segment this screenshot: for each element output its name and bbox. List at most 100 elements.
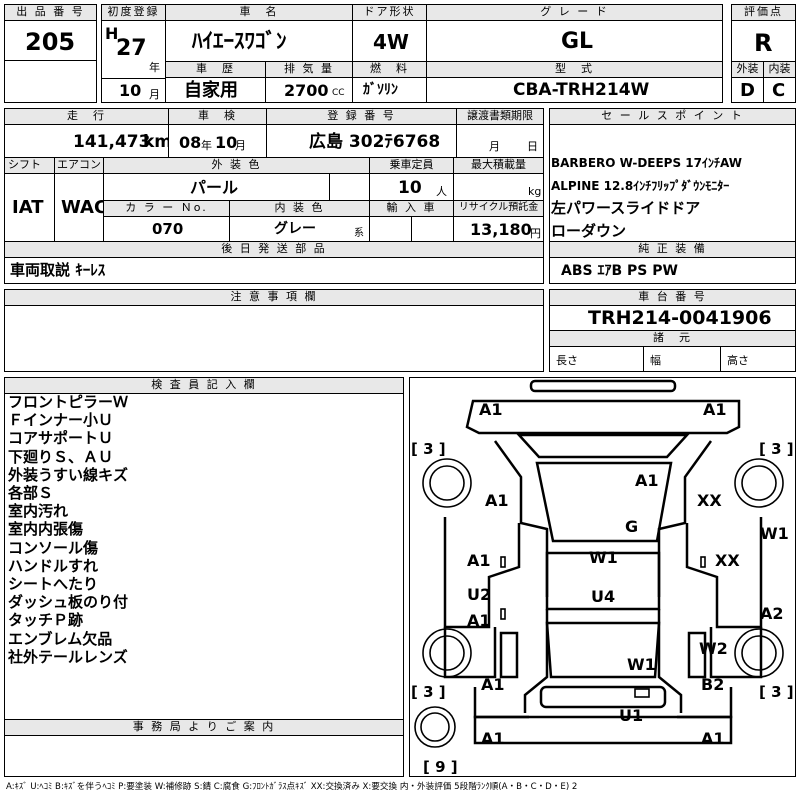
interior-header: 内装	[763, 61, 796, 78]
inspector-note: タッチＰ跡	[8, 611, 84, 630]
transfer-cell: 月 日	[456, 124, 544, 158]
capacity-header: 乗車定員	[369, 157, 454, 174]
exterior-header: 外装	[731, 61, 764, 78]
damage-mark: A1	[485, 491, 509, 510]
damage-mark: A1	[481, 729, 505, 748]
car-diagram: [ 3 ] [ 3 ] [ 3 ] [ 3 ] [ 9 ] A1 A1 A1 A…	[411, 379, 794, 776]
damage-mark: A1	[703, 400, 727, 419]
inspector-note: 室内内張傷	[8, 520, 84, 539]
max-load-header: 最大積載量	[453, 157, 544, 174]
int-color-header: 内 装 色	[229, 200, 370, 217]
transfer-day-unit: 日	[527, 140, 538, 153]
ext-color: パール	[190, 178, 239, 197]
transfer-month-unit: 月	[489, 140, 500, 153]
inspector-note: コンソール傷	[8, 538, 99, 557]
displacement: 2700	[284, 81, 329, 100]
inspector-notes: フロントピラーＷ Ｆインナー小Ｕ コアサポートＵ 下廻りＳ、ＡＵ 外装うすい線キ…	[8, 393, 128, 666]
displacement-header: 排 気 量	[265, 61, 353, 78]
legend: A:ｷｽﾞ U:ﾍｺﾐ B:ｷｽﾞを伴うﾍｺﾐ P:要塗装 W:補修跡 S:錆 …	[6, 782, 578, 792]
transfer-header: 譲渡書類期限	[456, 108, 544, 125]
later-parts-header: 後 日 発 送 部 品	[4, 241, 544, 258]
damage-mark: A1	[479, 400, 503, 419]
score-header: 評価点	[731, 4, 796, 21]
model-header: 型 式	[426, 61, 723, 78]
history-header: 車 歴	[165, 61, 266, 78]
mileage-cell: 141,473 km	[4, 124, 172, 158]
genuine: ABS ｴｱB PS PW	[561, 263, 678, 279]
capacity: 10	[398, 178, 422, 198]
damage-mark: A2	[760, 604, 784, 623]
year-unit: 年	[149, 61, 160, 74]
aircon-cell: WAC	[54, 173, 108, 242]
sales-point-1: BARBERO W-DEEPS 17ｲﾝﾁAW	[551, 156, 742, 170]
damage-mark: XX	[697, 491, 722, 510]
displacement-unit: CC	[332, 88, 345, 98]
grade: GL	[561, 29, 594, 54]
door-header: ドア形状	[352, 4, 427, 21]
recycle-cell: 13,180 円	[453, 216, 544, 242]
inspector-note: 外装うすい線キズ	[8, 465, 129, 484]
fuel-header: 燃 料	[352, 61, 427, 78]
insp-year: 08	[179, 133, 202, 152]
damage-mark: W1	[589, 548, 618, 567]
sales-point-4: ローダウン	[551, 222, 627, 240]
inspector-note: フロントピラーＷ	[8, 393, 129, 411]
inspector-note: ハンドルすれ	[8, 556, 99, 575]
month-unit: 月	[149, 88, 160, 101]
lot-number-cell: 205	[4, 20, 97, 61]
int-color: グレー	[274, 221, 316, 237]
interior-grade-cell: C	[763, 77, 796, 103]
capacity-unit: 人	[436, 185, 447, 198]
recycle-header: リサイクル預託金	[453, 200, 544, 217]
first-reg-month-cell: 10 月	[101, 78, 166, 103]
sales-point-header: セ ー ル ス ポ イ ン ト	[549, 108, 796, 125]
damage-mark: W2	[699, 639, 728, 658]
damage-mark: W1	[760, 524, 789, 543]
insp-year-unit: 年	[201, 139, 212, 152]
recycle-unit: 円	[530, 227, 541, 240]
max-load-unit: kg	[528, 185, 542, 198]
mileage: 141,473	[73, 132, 151, 152]
later-parts: 車両取説 ｷｰﾚｽ	[10, 261, 106, 279]
shift-header: シフト	[4, 157, 55, 174]
grade-header: グ レ ー ド	[426, 4, 723, 21]
shift: IAT	[12, 197, 44, 218]
inspector-header: 検 査 員 記 入 欄	[4, 377, 404, 394]
first-reg-year: 27	[116, 36, 147, 61]
capacity-cell: 10 人	[369, 173, 454, 201]
inspector-note: 社外テールレンズ	[8, 647, 128, 666]
tire-front-right: [ 3 ]	[759, 440, 794, 458]
office-cell	[4, 735, 404, 777]
inspector-note: Ｆインナー小Ｕ	[8, 411, 114, 430]
damage-mark: A1	[467, 611, 491, 630]
import-header: 輸 入 車	[369, 200, 454, 217]
inspector-note: 各部Ｓ	[8, 484, 54, 503]
history: 自家用	[184, 80, 238, 101]
spare-tire: [ 9 ]	[423, 758, 458, 776]
damage-mark: U4	[591, 587, 615, 606]
tire-front-left: [ 3 ]	[411, 440, 446, 458]
damage-mark: U1	[619, 706, 643, 725]
genuine-header: 純 正 装 備	[549, 241, 796, 258]
inspector-note: コアサポートＵ	[8, 429, 114, 448]
car-name: ﾊｲｴｰｽﾜｺﾞﾝ	[192, 29, 287, 53]
height-cell: 高さ	[720, 346, 796, 372]
displacement-cell: 2700 CC	[265, 77, 353, 103]
tire-rear-right: [ 3 ]	[759, 683, 794, 701]
shift-cell: IAT	[4, 173, 55, 242]
damage-mark: A1	[481, 675, 505, 694]
aircon: WAC	[61, 197, 108, 218]
reg-no-cell: 広島 302ﾃ6768	[266, 124, 457, 158]
import-cell-b	[411, 216, 454, 242]
color-no-header: カ ラ ー Ｎo.	[103, 200, 230, 217]
fuel-cell: ｶﾞｿﾘﾝ	[352, 77, 427, 103]
damage-mark: W1	[627, 655, 656, 674]
first-reg-year-cell: H 27 年	[101, 20, 166, 79]
chassis-header: 車 台 番 号	[549, 289, 796, 306]
model-cell: CBA-TRH214W	[426, 77, 723, 103]
car-name-cell: ﾊｲｴｰｽﾜｺﾞﾝ	[165, 20, 353, 62]
damage-mark: XX	[715, 551, 740, 570]
insp-month: 10	[215, 133, 238, 152]
lot-number-header: 出 品 番 号	[4, 4, 97, 21]
color-no: 070	[152, 220, 184, 238]
